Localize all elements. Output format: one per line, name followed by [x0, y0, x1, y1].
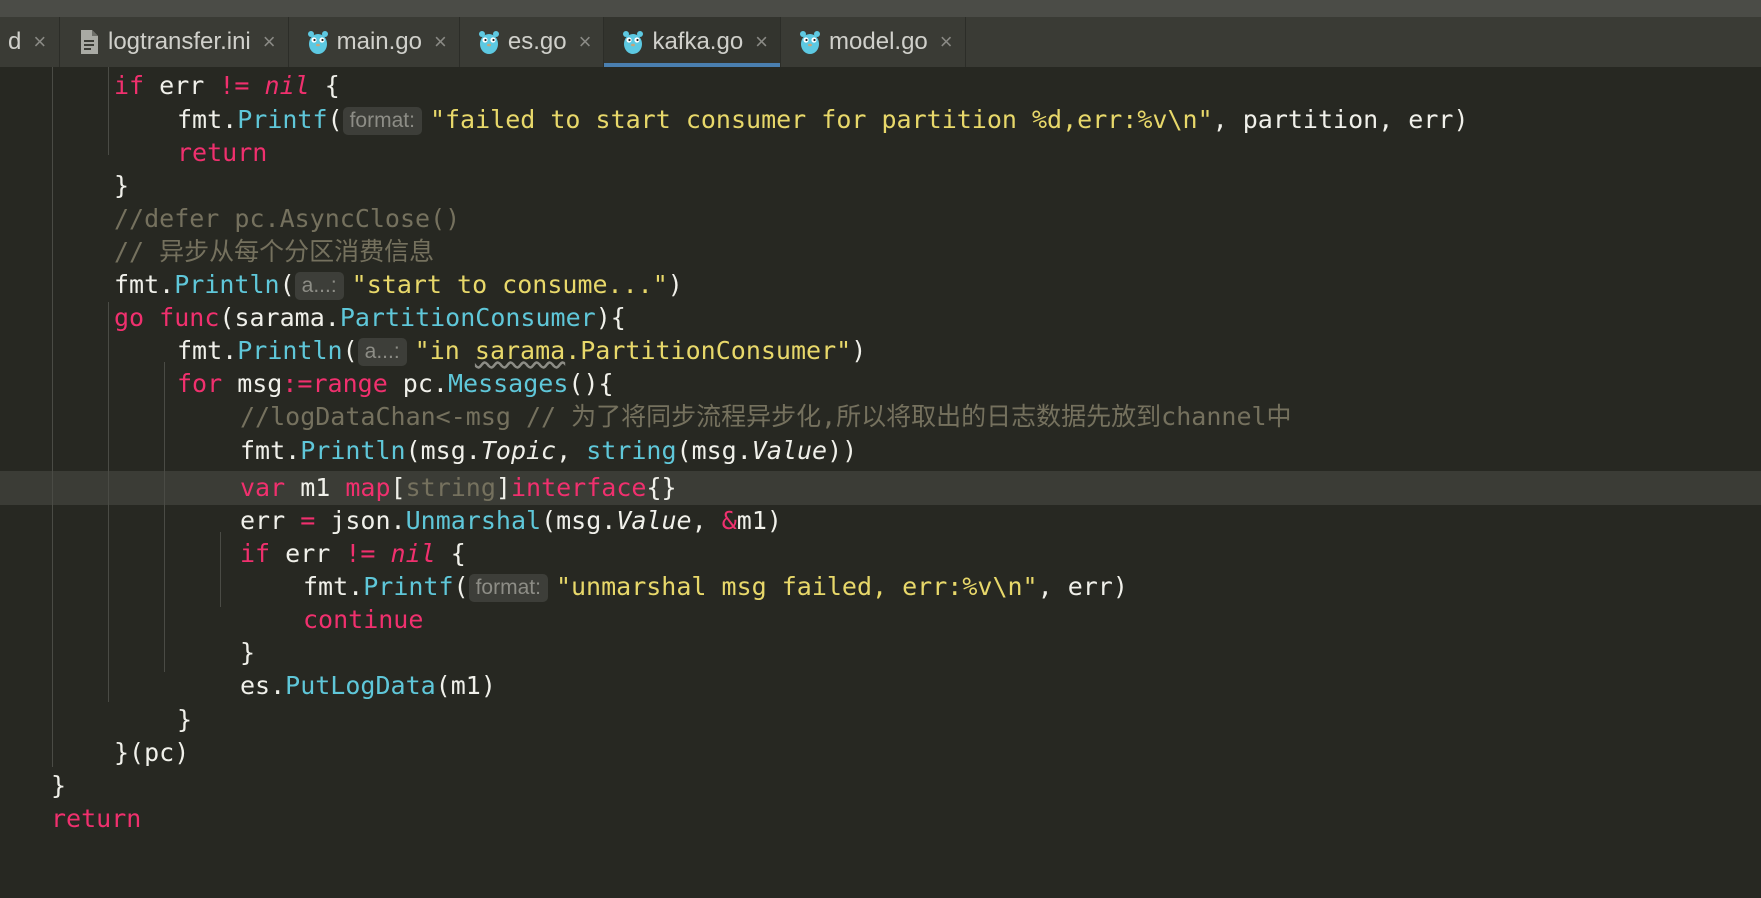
keyword: nil — [390, 539, 436, 568]
keyword: interface — [510, 473, 647, 502]
code-line-current: var m1 map[string]interface{} — [240, 473, 677, 502]
keyword: range — [312, 369, 388, 398]
code-line: continue — [303, 603, 423, 637]
function-name: PutLogData — [285, 671, 436, 700]
keyword: return — [177, 138, 268, 167]
go-file-icon — [307, 29, 329, 55]
string-literal: "start to consume..." — [351, 270, 668, 299]
keyword: if — [114, 71, 145, 100]
function-name: Unmarshal — [405, 506, 542, 535]
parameter-hint: a...: — [294, 272, 344, 300]
keyword: continue — [303, 605, 424, 634]
keyword: map — [345, 473, 391, 502]
indent-guide — [108, 302, 109, 702]
indent-guide — [220, 532, 221, 607]
close-icon[interactable]: × — [33, 29, 46, 55]
parameter-hint: format: — [468, 574, 548, 602]
function-name: string — [586, 436, 677, 465]
ini-file-icon — [78, 29, 100, 55]
function-name: Println — [174, 270, 280, 299]
keyword: var — [240, 473, 286, 502]
go-file-icon — [622, 29, 644, 55]
code-line: } — [51, 771, 67, 800]
code-line: fmt.Printf(format: "failed to start consu… — [177, 105, 1469, 135]
code-line: fmt.Printf(format: "unmarshal msg failed,… — [303, 572, 1128, 602]
go-file-icon — [799, 29, 821, 55]
tab-main-go[interactable]: main.go × — [289, 17, 460, 67]
code-line: } — [114, 171, 130, 200]
tab-label: es.go — [507, 28, 567, 55]
close-icon[interactable]: × — [263, 29, 276, 55]
function-name: Println — [300, 436, 406, 465]
tab-kafka-go[interactable]: kafka.go × — [604, 17, 782, 67]
code-line: } — [177, 705, 193, 734]
code-line: return — [51, 802, 141, 836]
code-line: fmt.Println(msg.Topic, string(msg.Value)… — [240, 436, 858, 465]
function-name: Printf — [237, 105, 328, 134]
tab-label: model.go — [829, 28, 928, 55]
tab-label: kafka.go — [652, 28, 744, 55]
indent-guide — [108, 67, 109, 155]
type-name: string — [405, 473, 496, 502]
code-line: return — [177, 136, 267, 170]
code-comment: //logDataChan<-msg // 为了将同步流程异步化,所以将取出的日… — [240, 402, 1292, 431]
tab-es-go[interactable]: es.go × — [460, 17, 605, 67]
indent-guide — [164, 362, 165, 672]
code-line: }(pc) — [114, 738, 190, 767]
tab-label: d — [8, 28, 22, 55]
code-comment: //defer pc.AsyncClose() — [114, 204, 461, 233]
string-literal: "unmarshal msg failed, err:%v\n" — [555, 572, 1038, 601]
close-icon[interactable]: × — [755, 29, 768, 55]
spelling-warning: sarama — [474, 336, 566, 365]
tab-model-go[interactable]: model.go × — [781, 17, 966, 67]
code-line: for msg:=range pc.Messages(){ — [177, 369, 614, 398]
string-literal: "failed to start consumer for partition … — [429, 105, 1213, 134]
code-line: es.PutLogData(m1) — [240, 671, 496, 700]
code-line: if err != nil { — [240, 539, 466, 568]
keyword: nil — [264, 71, 310, 100]
keyword: func — [159, 303, 220, 332]
code-line: fmt.Println(a...: "in sarama.PartitionCon… — [177, 336, 867, 366]
code-editor[interactable]: if err != nil { fmt.Printf(format: "faile… — [0, 67, 1761, 898]
function-name: Printf — [363, 572, 454, 601]
tab-logtransfer-ini[interactable]: logtransfer.ini × — [60, 17, 289, 67]
tab-label: logtransfer.ini — [108, 28, 251, 55]
code-line: } — [240, 638, 256, 667]
keyword: if — [240, 539, 271, 568]
close-icon[interactable]: × — [579, 29, 592, 55]
tab-truncated[interactable]: d × — [0, 17, 60, 67]
close-icon[interactable]: × — [940, 29, 953, 55]
editor-tab-bar: d × logtransfer.ini × main.go × es.go × … — [0, 0, 1761, 67]
code-line: go func(sarama.PartitionConsumer){ — [114, 303, 626, 332]
close-icon[interactable]: × — [434, 29, 447, 55]
keyword: go — [114, 303, 145, 332]
code-line: fmt.Println(a...: "start to consume...") — [114, 270, 683, 300]
code-comment: // 异步从每个分区消费信息 — [114, 237, 435, 266]
type-name: PartitionConsumer — [339, 303, 596, 332]
function-name: Messages — [447, 369, 569, 398]
parameter-hint: a...: — [357, 338, 407, 366]
code-line: err = json.Unmarshal(msg.Value, &m1) — [240, 506, 782, 535]
code-line: if err != nil { — [114, 71, 340, 100]
keyword: for — [177, 369, 223, 398]
parameter-hint: format: — [342, 107, 422, 135]
function-name: Println — [237, 336, 343, 365]
go-file-icon — [478, 29, 500, 55]
tab-label: main.go — [336, 28, 422, 55]
indent-guide — [52, 67, 53, 767]
keyword: return — [51, 804, 142, 833]
